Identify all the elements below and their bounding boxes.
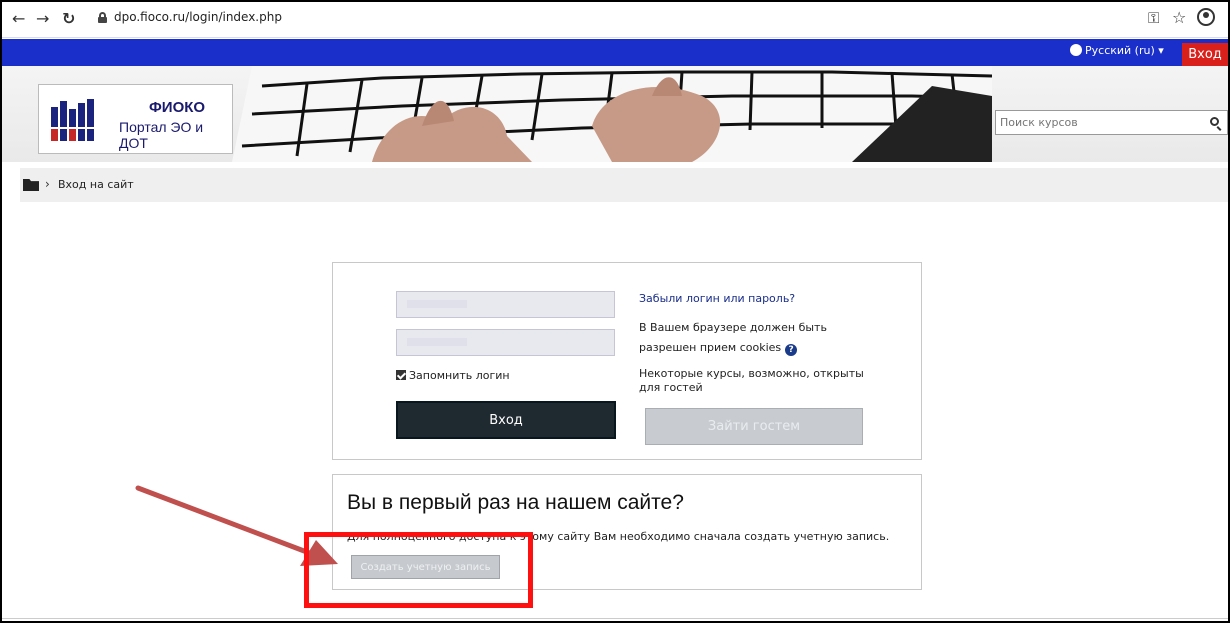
breadcrumb-separator: › bbox=[45, 177, 50, 191]
site-logo[interactable]: ФИОКО Портал ЭО и ДОТ bbox=[38, 84, 233, 154]
logo-title: ФИОКО bbox=[149, 99, 206, 116]
cookies-notice-line2: разрешен прием cookies? bbox=[639, 341, 798, 356]
forward-arrow-icon[interactable]: → bbox=[36, 8, 49, 30]
reload-icon[interactable]: ↻ bbox=[62, 8, 75, 30]
language-menu[interactable]: Русский (ru) ▾ bbox=[1070, 44, 1164, 57]
username-value bbox=[407, 300, 467, 308]
language-label: Русский (ru) bbox=[1085, 44, 1155, 57]
lock-icon[interactable] bbox=[98, 12, 107, 23]
remember-label: Запомнить логин bbox=[409, 369, 510, 382]
logo-subtitle: Портал ЭО и ДОТ bbox=[119, 119, 204, 151]
logo-mark-icon bbox=[51, 99, 94, 141]
signup-title: Вы в первый раз на нашем сайте? bbox=[347, 491, 684, 514]
remember-login[interactable]: Запомнить логин bbox=[396, 369, 510, 382]
help-icon[interactable]: ? bbox=[785, 344, 798, 356]
search-icon[interactable] bbox=[1210, 117, 1219, 126]
site-navbar: Русский (ru) ▾ Вход bbox=[2, 39, 1228, 66]
annotation-highlight-box bbox=[304, 532, 533, 608]
guest-login-button[interactable]: Зайти гостем bbox=[645, 408, 863, 445]
key-icon[interactable]: ⚿ bbox=[1148, 9, 1159, 27]
login-link[interactable]: Вход bbox=[1182, 43, 1228, 66]
cookies-notice-text: разрешен прием cookies bbox=[639, 341, 782, 354]
course-search bbox=[995, 110, 1228, 135]
password-value bbox=[407, 338, 467, 346]
password-field[interactable] bbox=[396, 329, 615, 356]
globe-icon bbox=[1070, 44, 1082, 56]
header-banner: ФИОКО Портал ЭО и ДОТ bbox=[2, 66, 1228, 162]
back-arrow-icon[interactable]: ← bbox=[12, 8, 25, 30]
guests-notice-line2: для гостей bbox=[639, 381, 703, 394]
footer-divider bbox=[2, 618, 1228, 619]
keyboard-hands-image bbox=[232, 66, 992, 162]
login-card: Запомнить логин Вход Забыли логин или па… bbox=[332, 262, 922, 460]
url-text[interactable]: dpo.fioco.ru/login/index.php bbox=[114, 10, 282, 24]
account-icon[interactable] bbox=[1197, 8, 1215, 26]
screenshot-frame: ← → ↻ dpo.fioco.ru/login/index.php ⚿ ☆ Р… bbox=[0, 0, 1230, 623]
login-button[interactable]: Вход bbox=[396, 401, 616, 439]
breadcrumb-current: Вход на сайт bbox=[58, 178, 134, 191]
breadcrumb: › Вход на сайт bbox=[20, 168, 1228, 202]
course-search-input[interactable] bbox=[996, 111, 1211, 134]
folder-open-icon[interactable] bbox=[23, 179, 39, 191]
forgot-password-link[interactable]: Забыли логин или пароль? bbox=[639, 292, 795, 305]
username-field[interactable] bbox=[396, 291, 615, 318]
browser-toolbar: ← → ↻ dpo.fioco.ru/login/index.php ⚿ ☆ bbox=[2, 2, 1228, 38]
cookies-notice-line1: В Вашем браузере должен быть bbox=[639, 321, 827, 334]
remember-checkbox[interactable] bbox=[396, 370, 406, 380]
guests-notice-line1: Некоторые курсы, возможно, открыты bbox=[639, 367, 864, 380]
star-icon[interactable]: ☆ bbox=[1172, 8, 1186, 27]
caret-down-icon: ▾ bbox=[1158, 44, 1164, 57]
